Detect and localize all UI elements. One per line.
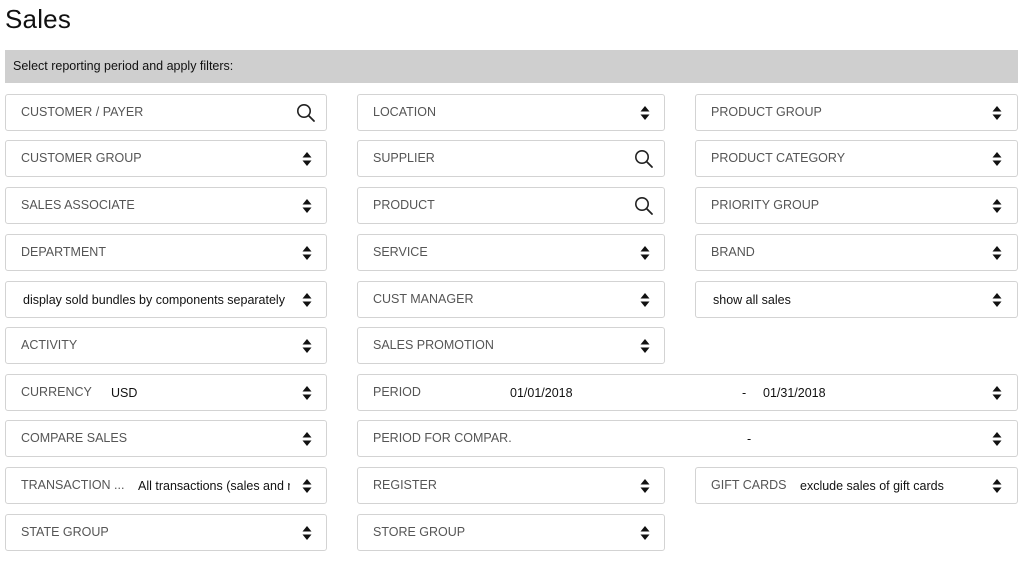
period-for-comparison-select[interactable]: PERIOD FOR COMPAR. -: [357, 420, 1018, 457]
sales-promotion-label: SALES PROMOTION: [373, 338, 494, 352]
search-icon[interactable]: [633, 141, 655, 176]
state-group-select[interactable]: STATE GROUP: [5, 514, 327, 551]
product-category-label: PRODUCT CATEGORY: [711, 151, 846, 165]
product-field[interactable]: PRODUCT: [357, 187, 665, 224]
sort-icon: [990, 235, 1004, 270]
cust-manager-select[interactable]: CUST MANAGER: [357, 281, 665, 318]
sort-icon: [638, 515, 652, 550]
bundles-display-select[interactable]: display sold bundles by components separ…: [5, 281, 327, 318]
period-select[interactable]: PERIOD 01/01/2018 - 01/31/2018: [357, 374, 1018, 411]
service-select[interactable]: SERVICE: [357, 234, 665, 271]
sort-icon: [990, 421, 1004, 456]
sort-icon: [638, 328, 652, 363]
period-compare-separator: -: [747, 432, 752, 446]
department-select[interactable]: DEPARTMENT: [5, 234, 327, 271]
location-label: LOCATION: [373, 105, 436, 119]
currency-value: USD: [111, 386, 138, 400]
period-start-date[interactable]: 01/01/2018: [510, 375, 573, 412]
period-label: PERIOD: [373, 385, 421, 399]
sales-promotion-select[interactable]: SALES PROMOTION: [357, 327, 665, 364]
customer-payer-field[interactable]: CUSTOMER / PAYER: [5, 94, 327, 131]
transaction-type-label: TRANSACTION ...: [21, 478, 125, 492]
transaction-type-value: All transactions (sales and r: [138, 479, 290, 493]
state-group-label: STATE GROUP: [21, 525, 109, 539]
sort-icon: [638, 468, 652, 503]
sort-icon: [300, 188, 314, 223]
location-select[interactable]: LOCATION: [357, 94, 665, 131]
sort-icon: [300, 141, 314, 176]
sort-icon: [990, 188, 1004, 223]
compare-sales-select[interactable]: COMPARE SALES: [5, 420, 327, 457]
store-group-label: STORE GROUP: [373, 525, 466, 539]
product-category-select[interactable]: PRODUCT CATEGORY: [695, 140, 1018, 177]
customer-group-label: CUSTOMER GROUP: [21, 151, 142, 165]
gift-cards-select[interactable]: GIFT CARDS exclude sales of gift cards: [695, 467, 1018, 504]
page-title: Sales: [5, 4, 72, 34]
period-end-date[interactable]: 01/31/2018: [763, 375, 826, 412]
sales-associate-select[interactable]: SALES ASSOCIATE: [5, 187, 327, 224]
supplier-label: SUPPLIER: [373, 151, 435, 165]
gift-cards-value: exclude sales of gift cards: [800, 479, 944, 493]
sort-icon: [300, 235, 314, 270]
gift-cards-label: GIFT CARDS: [711, 478, 787, 492]
currency-label: CURRENCY: [21, 385, 92, 399]
sort-icon: [638, 282, 652, 317]
compare-sales-label: COMPARE SALES: [21, 431, 128, 445]
transaction-type-select[interactable]: TRANSACTION ... All transactions (sales …: [5, 467, 327, 504]
activity-label: ACTIVITY: [21, 338, 78, 352]
store-group-select[interactable]: STORE GROUP: [357, 514, 665, 551]
sort-icon: [638, 235, 652, 270]
sort-icon: [990, 95, 1004, 130]
sort-icon: [990, 282, 1004, 317]
search-icon[interactable]: [633, 188, 655, 223]
department-label: DEPARTMENT: [21, 245, 106, 259]
sort-icon: [300, 375, 314, 410]
customer-group-select[interactable]: CUSTOMER GROUP: [5, 140, 327, 177]
sort-icon: [990, 468, 1004, 503]
brand-select[interactable]: BRAND: [695, 234, 1018, 271]
currency-select[interactable]: CURRENCY USD: [5, 374, 327, 411]
sales-display-value: show all sales: [713, 293, 791, 307]
activity-select[interactable]: ACTIVITY: [5, 327, 327, 364]
sort-icon: [990, 141, 1004, 176]
search-icon[interactable]: [295, 95, 317, 130]
product-label: PRODUCT: [373, 198, 435, 212]
sort-icon: [300, 328, 314, 363]
supplier-field[interactable]: SUPPLIER: [357, 140, 665, 177]
product-group-select[interactable]: PRODUCT GROUP: [695, 94, 1018, 131]
register-label: REGISTER: [373, 478, 437, 492]
cust-manager-label: CUST MANAGER: [373, 292, 474, 306]
priority-group-select[interactable]: PRIORITY GROUP: [695, 187, 1018, 224]
sort-icon: [638, 95, 652, 130]
period-for-comparison-label: PERIOD FOR COMPAR.: [373, 431, 512, 445]
sort-icon: [300, 468, 314, 503]
bundles-display-value: display sold bundles by components separ…: [23, 293, 285, 307]
customer-payer-label: CUSTOMER / PAYER: [21, 105, 144, 119]
sort-icon: [300, 421, 314, 456]
period-separator: -: [742, 386, 747, 400]
service-label: SERVICE: [373, 245, 428, 259]
sort-icon: [300, 282, 314, 317]
filter-instruction-bar: Select reporting period and apply filter…: [5, 50, 1018, 83]
sort-icon: [300, 515, 314, 550]
register-select[interactable]: REGISTER: [357, 467, 665, 504]
sort-icon: [990, 375, 1004, 410]
sales-display-select[interactable]: show all sales: [695, 281, 1018, 318]
sales-associate-label: SALES ASSOCIATE: [21, 198, 135, 212]
brand-label: BRAND: [711, 245, 755, 259]
priority-group-label: PRIORITY GROUP: [711, 198, 820, 212]
product-group-label: PRODUCT GROUP: [711, 105, 822, 119]
